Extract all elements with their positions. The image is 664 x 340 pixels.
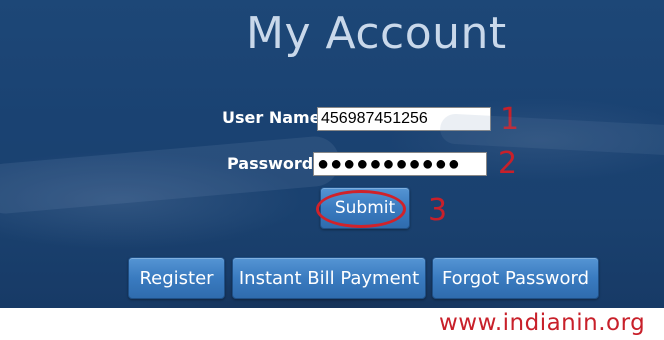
forgot-password-button[interactable]: Forgot Password bbox=[432, 257, 599, 299]
password-input[interactable] bbox=[313, 152, 487, 176]
page-title: My Account bbox=[246, 8, 507, 59]
hero-background: My Account User Name 1 Password 2 Submit… bbox=[0, 0, 664, 308]
step-3-annotation: 3 bbox=[428, 193, 448, 228]
instant-bill-payment-button[interactable]: Instant Bill Payment bbox=[232, 257, 426, 299]
step-2-annotation: 2 bbox=[498, 146, 518, 181]
password-label: Password bbox=[227, 154, 314, 173]
username-input[interactable] bbox=[317, 107, 491, 131]
register-button[interactable]: Register bbox=[128, 257, 225, 299]
submit-button[interactable]: Submit bbox=[320, 187, 410, 229]
username-label: User Name bbox=[222, 108, 321, 127]
website-watermark: www.indianin.org bbox=[439, 310, 646, 336]
step-1-annotation: 1 bbox=[500, 102, 520, 137]
